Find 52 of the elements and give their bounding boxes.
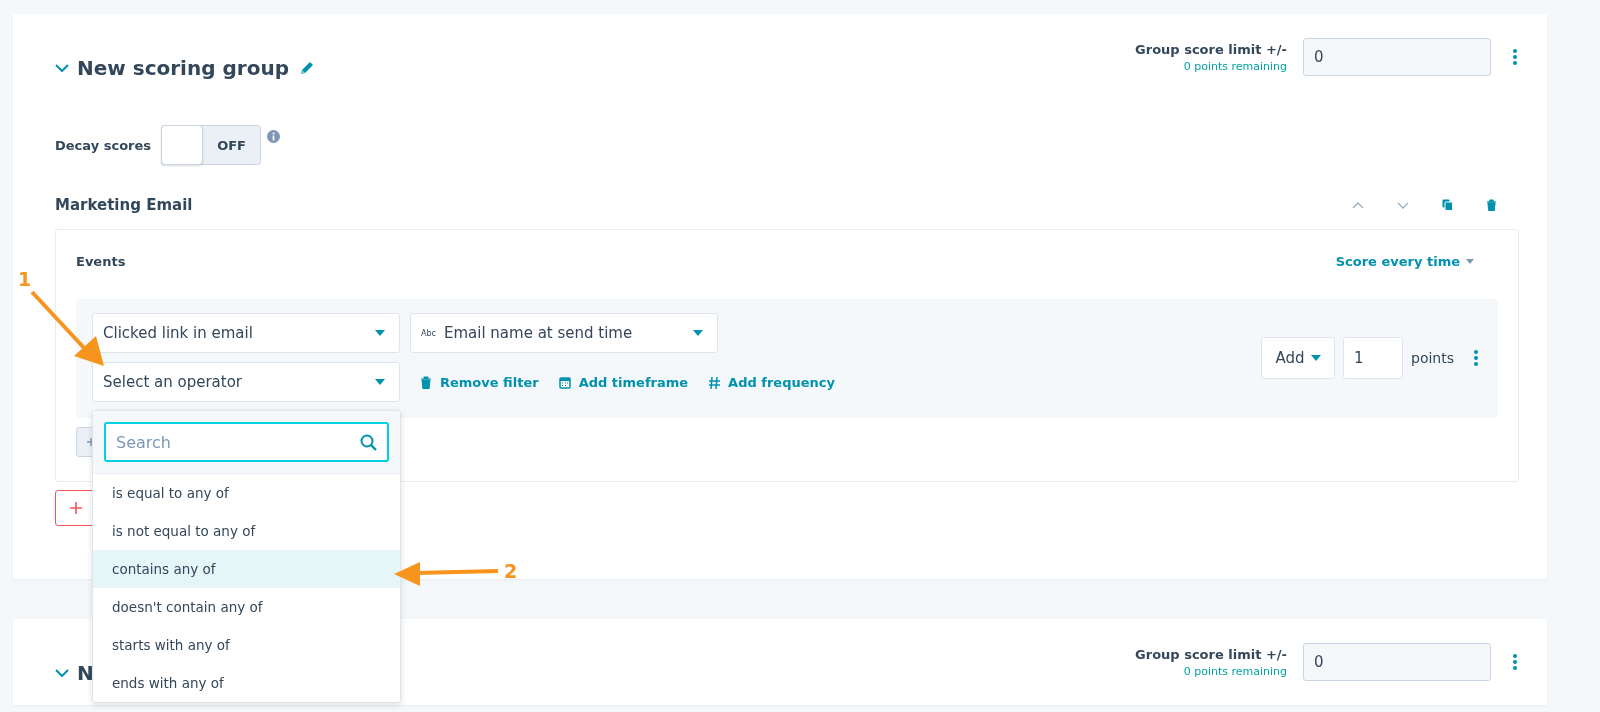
points-field[interactable]: 1 bbox=[1343, 336, 1403, 379]
menu-option[interactable]: starts with any of bbox=[93, 626, 400, 664]
menu-option[interactable]: is equal to any of bbox=[93, 474, 400, 512]
menu-option[interactable]: doesn't contain any of bbox=[93, 588, 400, 626]
caret-icon bbox=[375, 330, 385, 336]
chevron-up-icon[interactable] bbox=[1352, 201, 1364, 209]
annotation-number: 1 bbox=[18, 268, 32, 290]
points-remaining: 0 points remaining bbox=[1182, 664, 1287, 678]
trash-icon bbox=[420, 375, 432, 389]
points-label: points bbox=[1411, 349, 1454, 366]
calendar-icon bbox=[558, 375, 571, 389]
group-title: N bbox=[77, 661, 94, 685]
plus-icon bbox=[70, 502, 82, 514]
decay-toggle[interactable]: OFF bbox=[161, 125, 262, 165]
search-icon bbox=[360, 434, 377, 451]
events-label: Events bbox=[76, 253, 126, 269]
copy-icon[interactable] bbox=[1442, 199, 1453, 211]
property-select[interactable]: Abc Email name at send time bbox=[410, 313, 718, 353]
event-select[interactable]: Clicked link in email bbox=[92, 313, 400, 353]
caret-icon bbox=[1310, 354, 1321, 361]
more-options-icon[interactable] bbox=[1474, 349, 1478, 366]
score-limit-field[interactable]: 0 bbox=[1303, 38, 1491, 76]
menu-option[interactable]: contains any of bbox=[93, 550, 400, 588]
score-limit-label: Group score limit +/- bbox=[1135, 41, 1287, 57]
pencil-icon[interactable] bbox=[298, 60, 315, 76]
trash-icon[interactable] bbox=[1486, 199, 1497, 211]
score-limit-field[interactable]: 0 bbox=[1303, 643, 1491, 681]
info-icon[interactable] bbox=[267, 130, 281, 143]
more-options-icon[interactable] bbox=[1513, 654, 1517, 670]
points-remaining: 0 points remaining bbox=[1182, 59, 1287, 73]
more-options-icon[interactable] bbox=[1513, 49, 1517, 65]
operator-select[interactable]: Select an operator bbox=[92, 362, 400, 402]
frequency-dropdown[interactable]: Score every time bbox=[1335, 253, 1474, 269]
menu-option[interactable]: ends with any of bbox=[93, 664, 400, 702]
caret-icon bbox=[1466, 258, 1474, 264]
text-type-label: Abc bbox=[421, 328, 436, 338]
group-title: New scoring group bbox=[77, 56, 289, 80]
plus-icon bbox=[87, 438, 95, 446]
annotation-number: 2 bbox=[504, 560, 518, 582]
search-field[interactable]: Search bbox=[104, 422, 389, 462]
chevron-down-icon[interactable] bbox=[1397, 201, 1409, 209]
section-title: Marketing Email bbox=[55, 196, 193, 214]
chevron-icon[interactable] bbox=[55, 669, 69, 677]
chevron-icon[interactable] bbox=[55, 64, 69, 72]
caret-icon bbox=[375, 379, 385, 385]
menu-option[interactable]: is not equal to any of bbox=[93, 512, 400, 550]
caret-icon bbox=[693, 330, 703, 336]
decay-label: Decay scores bbox=[55, 137, 152, 153]
mode-dropdown[interactable]: Add bbox=[1261, 336, 1335, 379]
hash-icon bbox=[708, 375, 721, 389]
property-name: Email name at send time bbox=[443, 324, 633, 342]
score-limit-label: Group score limit +/- bbox=[1135, 646, 1287, 662]
